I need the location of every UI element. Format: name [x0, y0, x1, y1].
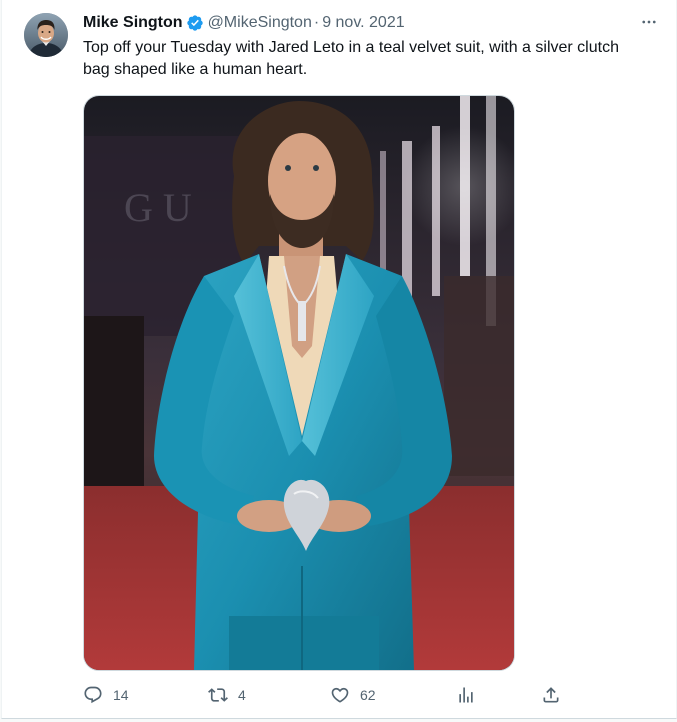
- photo-red-carpet-teal-suit: G U: [84, 96, 514, 670]
- views-button[interactable]: [456, 680, 476, 710]
- tweet-date[interactable]: 9 nov. 2021: [322, 14, 404, 32]
- more-options-icon[interactable]: [635, 10, 663, 34]
- tweet-actions: 14 4 62: [83, 680, 573, 710]
- verified-badge-icon[interactable]: [186, 14, 204, 32]
- retweet-button[interactable]: 4: [208, 680, 246, 710]
- tweet-photo[interactable]: G U: [83, 95, 515, 671]
- avatar-image: [24, 13, 68, 57]
- retweet-icon: [208, 688, 228, 702]
- like-count: 62: [360, 687, 376, 703]
- reply-count: 14: [113, 687, 129, 703]
- views-icon: [459, 687, 473, 703]
- like-button[interactable]: 62: [330, 680, 376, 710]
- author-name[interactable]: Mike Sington: [83, 14, 183, 32]
- header-separator: ·: [313, 14, 320, 31]
- page: Mike Sington @MikeSington · 9 nov. 2021 …: [0, 0, 677, 722]
- tweet-text: Top off your Tuesday with Jared Leto in …: [83, 39, 619, 78]
- author-handle[interactable]: @MikeSington: [208, 14, 312, 32]
- like-icon: [331, 687, 349, 703]
- tweet-header: Mike Sington @MikeSington · 9 nov. 2021: [83, 13, 405, 33]
- avatar[interactable]: [24, 13, 68, 57]
- share-icon: [543, 687, 559, 703]
- reply-icon: [84, 686, 102, 704]
- tweet[interactable]: Mike Sington @MikeSington · 9 nov. 2021 …: [1, 0, 677, 719]
- svg-text:G U: G U: [124, 185, 192, 230]
- share-button[interactable]: [541, 680, 561, 710]
- retweet-count: 4: [238, 687, 246, 703]
- reply-button[interactable]: 14: [83, 680, 129, 710]
